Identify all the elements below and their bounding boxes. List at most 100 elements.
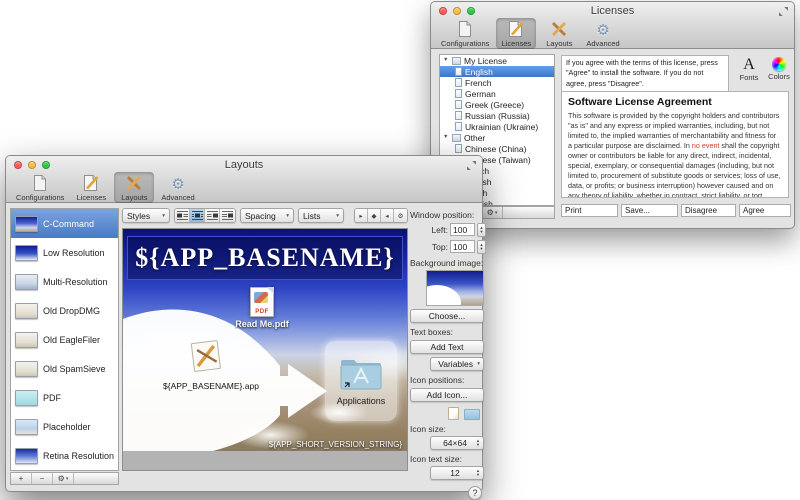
applications-folder-mini-icon[interactable]	[464, 409, 480, 420]
background-image-thumbnail[interactable]	[426, 270, 484, 306]
help-button[interactable]: ?	[468, 486, 482, 500]
sidebar-item-pdf[interactable]: PDF	[11, 383, 118, 412]
add-layout-button[interactable]: +	[11, 473, 32, 484]
layout-thumbnail	[15, 216, 38, 232]
icon-positions-label: Icon positions:	[410, 375, 486, 385]
document-icon	[455, 67, 462, 76]
sidebar-item-old-spamsieve[interactable]: Old SpamSieve	[11, 354, 118, 383]
sidebar-item-old-eaglefiler[interactable]: Old EagleFiler	[11, 325, 118, 354]
gear-icon: ⚙	[487, 208, 494, 217]
sidebar-item-c-command[interactable]: C-Command	[11, 209, 118, 238]
app-mini-icon[interactable]	[448, 407, 459, 420]
toolbar-item-licenses[interactable]: Licenses	[496, 18, 536, 49]
text-options-menu-button[interactable]: ⚙	[394, 209, 407, 222]
toolbar-item-configurations[interactable]: Configurations	[12, 172, 68, 203]
icon-size-popup[interactable]: 64×64▲▼	[430, 436, 484, 450]
sidebar-item-old-dropdmg[interactable]: Old DropDMG	[11, 296, 118, 325]
language-row[interactable]: Russian (Russia)	[440, 110, 554, 121]
top-stepper[interactable]: ▲▼	[477, 240, 486, 254]
layout-preview-canvas[interactable]: ${APP_BASENAME} PDF Read Me.pdf ${APP_BA…	[122, 228, 408, 471]
language-row[interactable]: Greek (Greece)	[440, 99, 554, 110]
background-image-label: Background image:	[410, 258, 486, 268]
toolbar-item-advanced[interactable]: ⚙ Advanced	[582, 21, 623, 49]
align-center-button[interactable]	[190, 209, 205, 222]
language-row[interactable]: French	[440, 77, 554, 88]
layout-thumbnail	[15, 303, 38, 319]
disclosure-triangle-icon[interactable]: ▼	[443, 58, 449, 64]
license-group-row[interactable]: ▼Other	[440, 132, 554, 143]
top-label: Top:	[432, 242, 448, 252]
advanced-gear-icon: ⚙	[171, 177, 184, 192]
language-row[interactable]: Ukrainian (Ukraine)	[440, 121, 554, 132]
app-file-item[interactable]: ${APP_BASENAME}.app	[163, 339, 249, 391]
layout-thumbnail	[15, 390, 38, 406]
toolbar-item-layouts[interactable]: Layouts	[114, 172, 154, 203]
add-icon-button[interactable]: Add Icon...	[410, 388, 484, 402]
canvas-empty-strip	[123, 451, 407, 470]
license-agreement-editor[interactable]: Software License Agreement This software…	[561, 91, 789, 198]
close-button[interactable]	[439, 7, 447, 15]
agreement-highlight: no event	[692, 141, 720, 150]
banner-text-box[interactable]: ${APP_BASENAME}	[127, 236, 403, 280]
sidebar-item-multi-resolution[interactable]: Multi-Resolution	[11, 267, 118, 296]
fonts-button[interactable]: A Fonts	[734, 57, 764, 82]
agree-button-label-field[interactable]	[739, 204, 791, 217]
layouts-sidebar-list[interactable]: C-Command Low Resolution Multi-Resolutio…	[10, 208, 119, 471]
chevron-down-icon: ▾	[336, 213, 339, 219]
left-stepper[interactable]: ▲▼	[477, 223, 486, 237]
save-button-label-field[interactable]	[621, 204, 678, 217]
remove-layout-button[interactable]: −	[32, 473, 53, 484]
zoom-button[interactable]	[42, 161, 50, 169]
variables-popup[interactable]: Variables▾	[430, 357, 484, 371]
layouts-window-header: Layouts Configurations Licenses Layouts …	[6, 156, 482, 203]
language-row-selected[interactable]: English	[440, 66, 554, 77]
add-text-button[interactable]: Add Text	[410, 340, 484, 354]
direction-forward-button[interactable]: ▸	[355, 209, 368, 222]
spacing-popup[interactable]: Spacing▾	[240, 208, 294, 223]
agreement-body: This software is provided by the copyrig…	[568, 111, 782, 198]
icon-text-size-popup[interactable]: 12▲▼	[430, 466, 484, 480]
disagree-button-label-field[interactable]	[681, 204, 736, 217]
direction-natural-button[interactable]: ◆	[368, 209, 381, 222]
minimize-button[interactable]	[453, 7, 461, 15]
chevron-down-icon: ▾	[495, 210, 498, 216]
language-row[interactable]: German	[440, 88, 554, 99]
sidebar-item-retina-resolution[interactable]: Retina Resolution	[11, 441, 118, 470]
styles-popup[interactable]: Styles▾	[122, 208, 170, 223]
applications-drop-target[interactable]: Applications	[325, 341, 397, 421]
choose-background-button[interactable]: Choose...	[410, 309, 484, 323]
minimize-button[interactable]	[28, 161, 36, 169]
colors-button[interactable]: Colors	[764, 57, 794, 81]
readme-file-item[interactable]: PDF Read Me.pdf	[230, 287, 294, 329]
align-justify-button[interactable]	[220, 209, 235, 222]
lists-popup[interactable]: Lists▾	[298, 208, 344, 223]
toolbar-item-advanced[interactable]: ⚙ Advanced	[157, 175, 198, 203]
license-group-row[interactable]: ▼My License	[440, 55, 554, 66]
agreement-heading: Software License Agreement	[568, 96, 782, 108]
up-down-arrows-icon: ▲▼	[476, 469, 480, 477]
close-button[interactable]	[14, 161, 22, 169]
direction-reverse-button[interactable]: ◂	[381, 209, 394, 222]
left-label: Left:	[431, 225, 448, 235]
license-group-icon	[452, 57, 461, 65]
layout-thumbnail	[15, 245, 38, 261]
toolbar-item-layouts[interactable]: Layouts	[539, 18, 579, 49]
fullscreen-icon[interactable]	[467, 161, 476, 170]
version-text-box[interactable]: ${APP_SHORT_VERSION_STRING}	[269, 440, 402, 449]
sidebar-item-low-resolution[interactable]: Low Resolution	[11, 238, 118, 267]
fullscreen-icon[interactable]	[779, 7, 788, 16]
license-prompt-field[interactable]: If you agree with the terms of this lice…	[561, 55, 729, 92]
window-left-field[interactable]	[450, 223, 475, 236]
toolbar-item-configurations[interactable]: Configurations	[437, 18, 493, 49]
align-left-button[interactable]	[175, 209, 190, 222]
zoom-button[interactable]	[467, 7, 475, 15]
disclosure-triangle-icon[interactable]: ▼	[443, 135, 449, 141]
applications-label: Applications	[337, 396, 386, 406]
toolbar-item-licenses[interactable]: Licenses	[71, 172, 111, 203]
layout-action-menu-button[interactable]: ⚙▾	[53, 473, 74, 484]
window-top-field[interactable]	[450, 240, 475, 253]
align-right-button[interactable]	[205, 209, 220, 222]
language-row[interactable]: Chinese (China)	[440, 143, 554, 154]
sidebar-item-placeholder[interactable]: Placeholder	[11, 412, 118, 441]
print-button-label-field[interactable]	[561, 204, 618, 217]
